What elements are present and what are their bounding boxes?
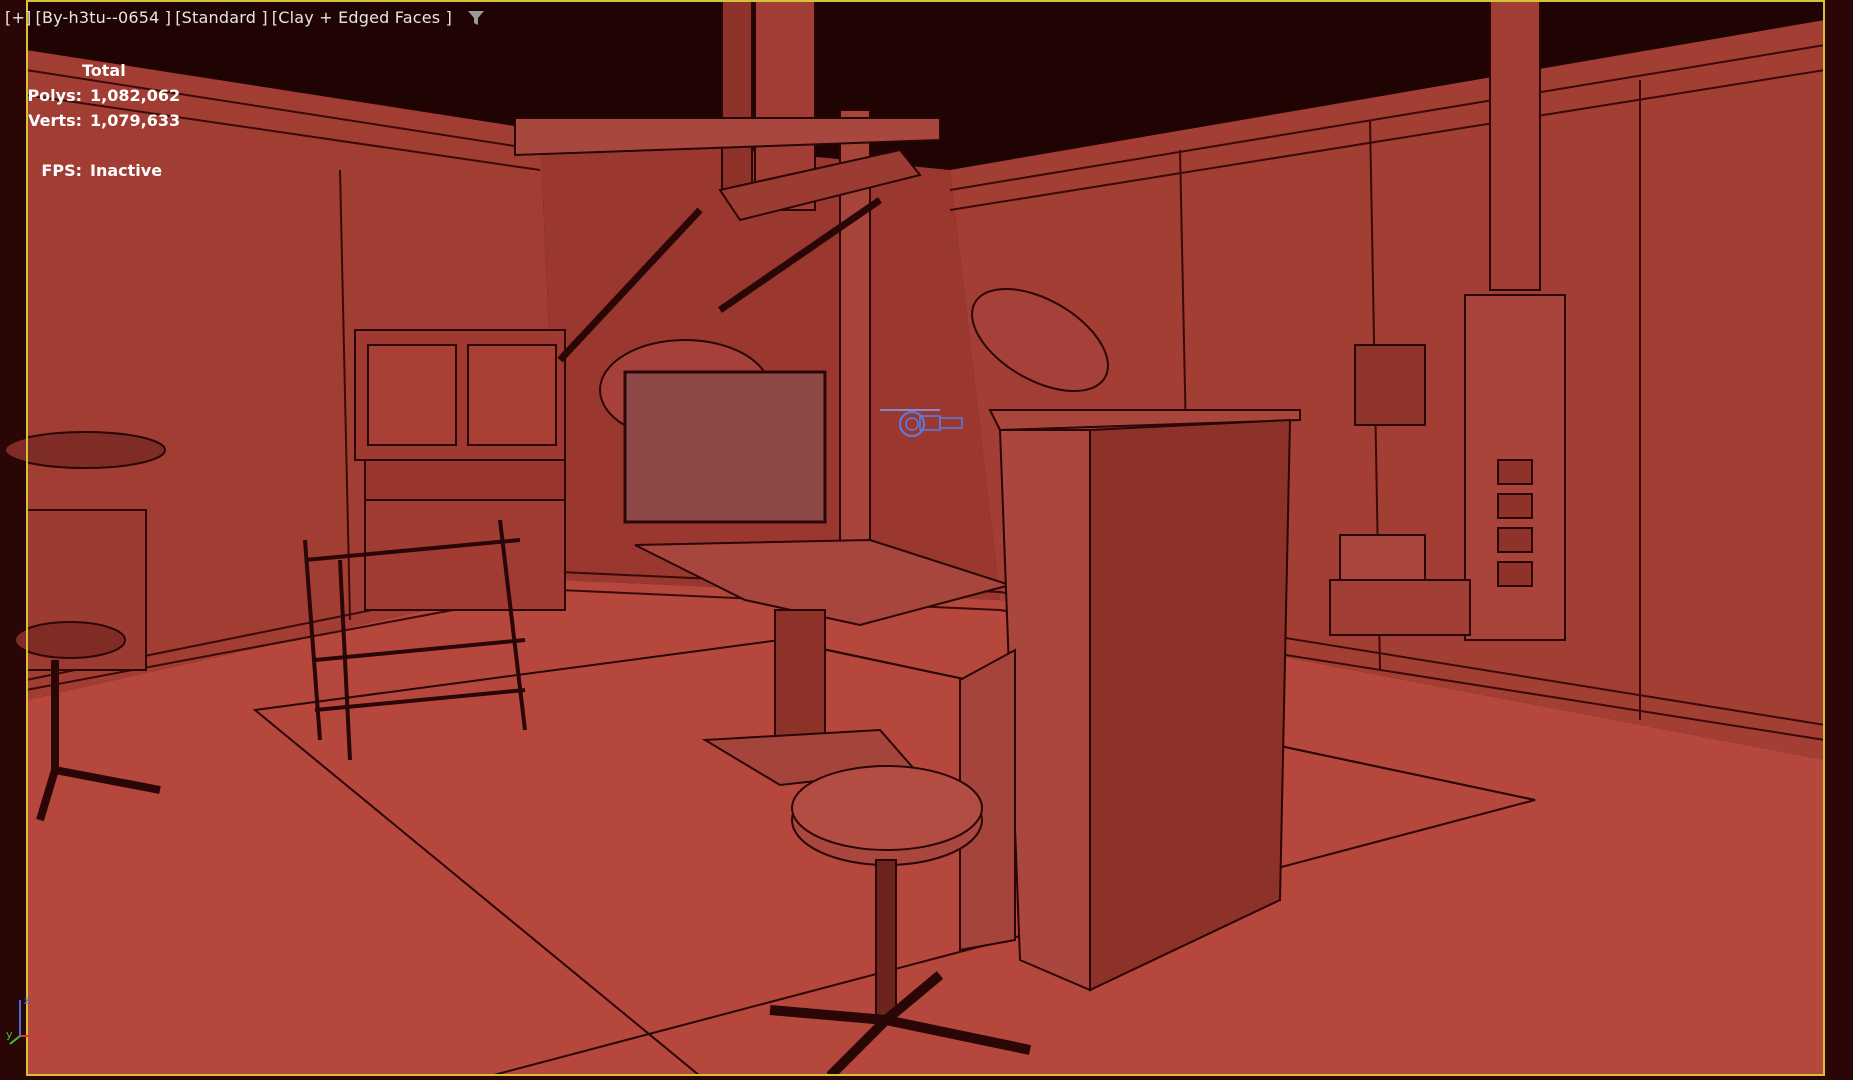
viewport-label-menu[interactable]: [+] [By-h3tu--0654 ] [Standard ] [Clay +… [4,8,485,27]
stats-polys-row: Polys: 1,082,062 [20,83,180,108]
stats-polys-value: 1,082,062 [90,86,181,105]
viewport-display-mode-menu[interactable]: [Clay + Edged Faces ] [271,8,453,27]
monitor [623,370,827,524]
3d-viewport[interactable]: [+] [By-h3tu--0654 ] [Standard ] [Clay +… [0,0,1853,1080]
stats-total-label: Total [82,61,126,80]
stats-verts-row: Verts: 1,079,633 [20,108,180,133]
transform-gizmo[interactable] [880,398,966,448]
stats-fps-value: Inactive [90,161,163,180]
viewport-camera-menu[interactable]: [By-h3tu--0654 ] [35,8,173,27]
stats-fps-row: FPS: Inactive [20,158,180,183]
viewport-statistics: Total Polys: 1,082,062 Verts: 1,079,633 … [20,58,180,183]
anesthesia-machine [959,409,1301,992]
stats-polys-label: Polys: [27,86,82,105]
viewport-shading-preset-menu[interactable]: [Standard ] [174,8,269,27]
filter-icon[interactable] [467,9,485,27]
viewport-scene[interactable] [0,0,1853,1080]
stats-verts-value: 1,079,633 [90,111,181,130]
axis-x-label: x [42,1034,49,1046]
axis-tripod-icon: z x y [6,994,49,1046]
stats-fps-label: FPS: [41,161,82,180]
stats-verts-label: Verts: [28,111,82,130]
axis-z-label: z [24,994,30,1007]
viewport-general-menu[interactable]: [+] [4,8,33,27]
wall-cabinet [354,329,566,611]
axis-y-label: y [6,1028,13,1041]
stats-header: Total [20,58,180,83]
